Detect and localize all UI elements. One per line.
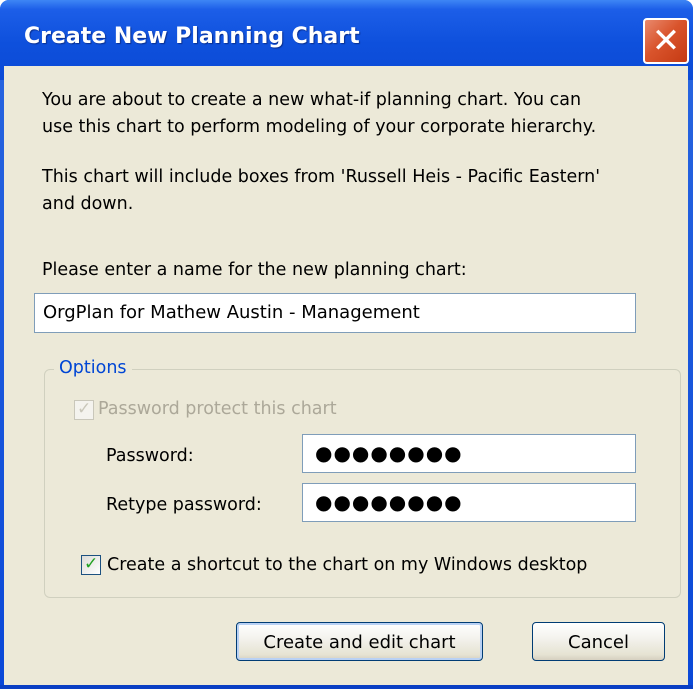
password-label: Password: bbox=[106, 446, 194, 466]
retype-password-label: Retype password: bbox=[106, 495, 262, 515]
password-protect-label: Password protect this chart bbox=[98, 399, 337, 419]
name-prompt-label: Please enter a name for the new planning… bbox=[42, 260, 467, 280]
retype-password-field[interactable]: ●●●●●●●● bbox=[302, 483, 636, 522]
checkmark-icon: ✓ bbox=[84, 554, 99, 574]
chart-name-input[interactable]: OrgPlan for Mathew Austin - Management bbox=[34, 293, 636, 333]
intro-text-line-1: You are about to create a new what-if pl… bbox=[42, 90, 582, 110]
checkmark-icon: ✓ bbox=[77, 399, 92, 419]
window-border-bottom bbox=[0, 685, 693, 689]
create-and-edit-chart-button[interactable]: Create and edit chart bbox=[236, 622, 483, 661]
close-icon: ✕ bbox=[651, 21, 681, 61]
dialog-title: Create New Planning Chart bbox=[24, 24, 360, 49]
cancel-button[interactable]: Cancel bbox=[532, 622, 665, 661]
create-shortcut-checkbox[interactable]: ✓ bbox=[81, 554, 101, 575]
password-protect-checkbox[interactable]: ✓ bbox=[74, 399, 94, 420]
scope-text-line-1: This chart will include boxes from 'Russ… bbox=[42, 167, 601, 187]
create-shortcut-label: Create a shortcut to the chart on my Win… bbox=[107, 555, 588, 575]
dialog-window: Create New Planning Chart ✕ You are abou… bbox=[0, 0, 693, 689]
password-field[interactable]: ●●●●●●●● bbox=[302, 434, 636, 473]
close-button[interactable]: ✕ bbox=[643, 18, 689, 64]
intro-text-line-2: use this chart to perform modeling of yo… bbox=[42, 117, 597, 137]
options-group-label: Options bbox=[54, 355, 132, 381]
scope-text-line-2: and down. bbox=[42, 194, 134, 214]
